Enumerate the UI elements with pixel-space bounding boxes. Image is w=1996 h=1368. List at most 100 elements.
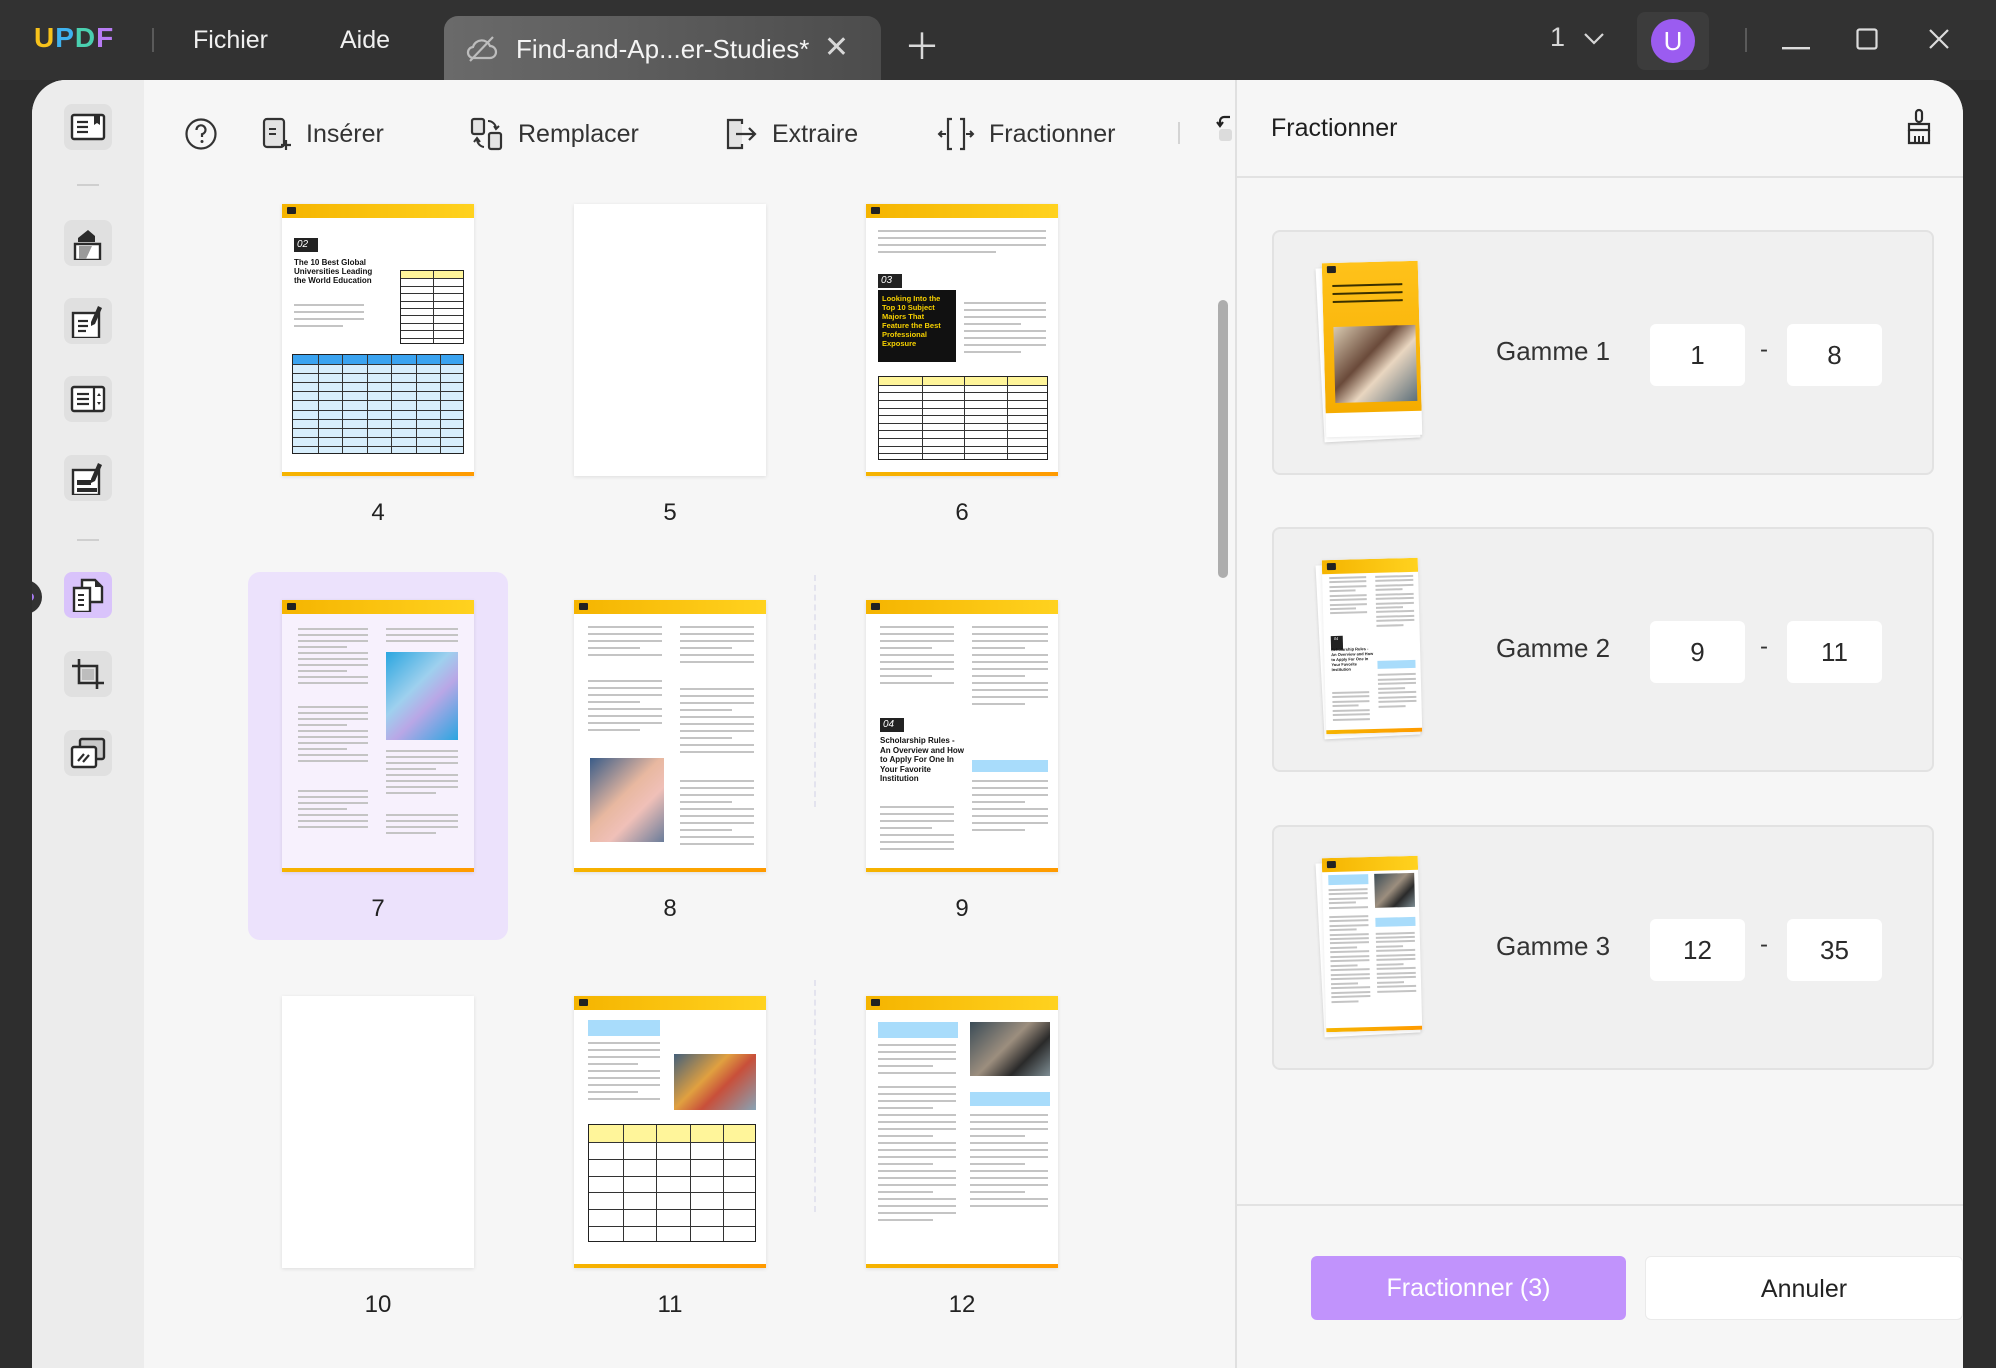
text-line <box>588 1063 639 1065</box>
page-thumbnail[interactable]: 03 Looking Into the Top 10 Subject Majors… <box>866 204 1058 476</box>
page-thumbnail[interactable]: 02 The 10 Best Global Universities Leadin… <box>282 204 474 476</box>
text-line <box>970 1163 1025 1165</box>
table-rule <box>401 322 463 324</box>
text-line <box>680 626 754 628</box>
table-rule <box>656 1125 658 1241</box>
help-button[interactable] <box>184 114 218 154</box>
text-line <box>680 695 754 697</box>
page-thumbnail[interactable] <box>574 204 766 476</box>
updf-badge <box>871 207 880 214</box>
range-end-input[interactable] <box>1787 919 1882 981</box>
text-line <box>298 706 368 708</box>
split-marker-after-page-11[interactable] <box>814 980 816 1212</box>
comment-button[interactable] <box>64 220 112 266</box>
cancel-button[interactable]: Annuler <box>1645 1256 1963 1320</box>
close-icon[interactable]: ✕ <box>824 30 849 65</box>
rotate-left-button[interactable] <box>1216 110 1232 150</box>
text-line <box>1332 713 1370 717</box>
table-rule <box>921 377 923 459</box>
text-line <box>1375 579 1414 583</box>
text-line <box>878 237 1046 239</box>
logo-letter: D <box>74 22 97 53</box>
edit-button[interactable] <box>64 298 112 344</box>
minimize-icon[interactable] <box>1782 38 1810 56</box>
section-number: 02 <box>294 238 318 252</box>
page-heading: Scholarship Rules - An Overview and How … <box>1331 646 1374 673</box>
page-thumbnail[interactable] <box>282 600 474 872</box>
range-end-input[interactable] <box>1787 324 1882 386</box>
page-thumbnail[interactable] <box>866 996 1058 1268</box>
text-line <box>1329 905 1369 909</box>
text-line <box>1329 932 1369 936</box>
text-line <box>1330 946 1358 950</box>
text-line <box>880 834 954 836</box>
text-line <box>1376 619 1415 623</box>
text-line <box>1377 673 1416 677</box>
page-selector[interactable]: 1 <box>1550 22 1605 53</box>
text-line <box>1375 931 1415 935</box>
menu-fichier[interactable]: Fichier <box>193 26 268 55</box>
text-line <box>680 702 754 704</box>
user-menu[interactable]: U <box>1637 12 1709 70</box>
page-thumbnail[interactable] <box>574 600 766 872</box>
text-line <box>1328 892 1368 896</box>
text-line <box>878 1184 956 1186</box>
text-line <box>1332 695 1370 699</box>
form-button[interactable] <box>64 376 112 422</box>
document-tab[interactable]: Find-and-Ap...er-Studies* ✕ <box>444 16 881 80</box>
crop-button[interactable] <box>64 651 112 697</box>
page-thumbnail[interactable] <box>282 996 474 1268</box>
text-line <box>878 1205 956 1207</box>
extract-button[interactable]: Extraire <box>724 114 858 154</box>
range-end-input[interactable] <box>1787 621 1882 683</box>
table <box>400 270 464 344</box>
range-start-input[interactable] <box>1650 919 1745 981</box>
table-header <box>401 271 463 279</box>
table-rule <box>589 1158 755 1160</box>
range-label: Gamme 3 <box>1496 931 1611 961</box>
text-line <box>294 304 364 306</box>
text-line <box>298 718 368 720</box>
text-line <box>880 820 954 822</box>
brush-icon[interactable] <box>1905 108 1933 151</box>
updf-badge <box>1326 860 1336 869</box>
page-thumbnail[interactable]: 04 Scholarship Rules - An Overview and Ho… <box>866 600 1058 872</box>
text-line <box>878 1149 956 1151</box>
text-line <box>680 843 754 845</box>
plus-icon[interactable]: ＋ <box>904 18 940 70</box>
ocr-button[interactable] <box>64 730 112 776</box>
text-line <box>1329 580 1367 584</box>
split-confirm-button[interactable]: Fractionner (3) <box>1311 1256 1626 1320</box>
text-line <box>386 780 458 782</box>
maximize-icon[interactable] <box>1856 28 1878 55</box>
text-line <box>878 1191 933 1193</box>
page-header-bar <box>282 204 474 218</box>
organize-pages-button[interactable] <box>64 572 112 618</box>
range-start-input[interactable] <box>1650 621 1745 683</box>
text-line <box>878 1219 933 1221</box>
reader-button[interactable] <box>64 104 112 150</box>
table-rule <box>317 355 319 453</box>
table-rule <box>879 415 1047 417</box>
thumbnail-scrollbar[interactable] <box>1218 300 1228 578</box>
redact-button[interactable] <box>64 455 112 501</box>
replace-button[interactable]: Remplacer <box>470 114 639 154</box>
page-thumbnail[interactable] <box>574 996 766 1268</box>
text-line <box>294 311 364 313</box>
menu-aide[interactable]: Aide <box>340 26 390 55</box>
text-line <box>298 712 368 714</box>
range-start-input[interactable] <box>1650 324 1745 386</box>
text-line <box>588 694 662 696</box>
page-header-bar <box>866 996 1058 1010</box>
text-line <box>1377 682 1417 686</box>
text-line <box>880 675 932 677</box>
text-line <box>880 654 954 656</box>
text-line <box>878 1051 956 1053</box>
split-button[interactable]: Fractionner <box>937 114 1115 154</box>
insert-button[interactable]: Insérer <box>262 114 384 154</box>
split-marker-after-page-8[interactable] <box>814 575 816 807</box>
text-line <box>588 640 662 642</box>
close-icon[interactable] <box>1928 28 1950 55</box>
text-line <box>298 658 368 660</box>
table-rule <box>366 355 368 453</box>
